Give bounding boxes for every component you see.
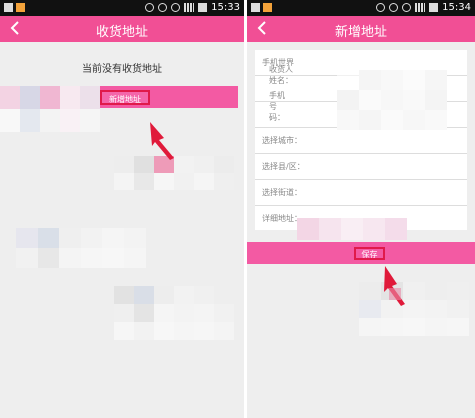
pixelated-overlay bbox=[337, 70, 447, 130]
status-bar: 15:33 bbox=[0, 0, 244, 16]
status-bar: 15:34 bbox=[247, 0, 475, 16]
image-notification-icon bbox=[251, 3, 260, 12]
page-title: 收货地址 bbox=[95, 25, 148, 40]
pixelated-overlay bbox=[297, 218, 407, 240]
field-label-detail: 详细地址： bbox=[262, 214, 302, 223]
system-icons: 15:34 bbox=[376, 2, 471, 13]
wifi-icon bbox=[171, 3, 181, 12]
status-time: 15:33 bbox=[211, 2, 240, 13]
pixelated-overlay bbox=[16, 228, 146, 268]
clock-icon bbox=[158, 3, 168, 12]
clock-icon bbox=[389, 3, 399, 12]
system-icons: 15:33 bbox=[145, 2, 240, 13]
alarm-icon bbox=[376, 3, 386, 12]
app-notification-icon bbox=[263, 3, 272, 12]
field-label-city: 选择城市： bbox=[262, 136, 302, 145]
red-arrow-icon bbox=[150, 122, 174, 160]
field-label-district: 选择县/区： bbox=[262, 162, 305, 171]
red-arrow-icon bbox=[384, 266, 405, 306]
pixelated-overlay bbox=[114, 286, 234, 340]
empty-address-message: 当前没有收货地址 bbox=[82, 64, 162, 75]
form-row-city[interactable]: 选择城市： bbox=[255, 128, 467, 154]
form-row-district[interactable]: 选择县/区： bbox=[255, 154, 467, 180]
alarm-icon bbox=[145, 3, 155, 12]
signal-icon bbox=[415, 3, 426, 12]
save-button[interactable]: 保存 bbox=[354, 247, 385, 260]
battery-icon bbox=[429, 3, 439, 12]
battery-icon bbox=[198, 3, 208, 12]
app-notification-icon bbox=[16, 3, 25, 12]
status-time: 15:34 bbox=[442, 2, 471, 13]
form-row-street[interactable]: 选择街道： bbox=[255, 180, 467, 206]
page-title: 新增地址 bbox=[334, 25, 387, 40]
add-address-button[interactable]: 新增地址 bbox=[100, 90, 150, 105]
pixelated-overlay bbox=[0, 86, 100, 132]
left-screen: 15:33 收货地址 当前没有收货地址 新增地址 bbox=[0, 0, 244, 418]
notification-icons bbox=[251, 3, 272, 12]
field-label-street: 选择街道： bbox=[262, 188, 302, 197]
image-notification-icon bbox=[4, 3, 13, 12]
wifi-icon bbox=[402, 3, 412, 12]
title-bar: 新增地址 bbox=[247, 16, 475, 42]
notification-icons bbox=[4, 3, 25, 12]
title-bar: 收货地址 bbox=[0, 16, 244, 42]
right-screen: 15:34 新增地址 收货人姓名： 手机世界 手机号码： 选择城市： 选择县/区：… bbox=[247, 0, 475, 418]
signal-icon bbox=[184, 3, 195, 12]
